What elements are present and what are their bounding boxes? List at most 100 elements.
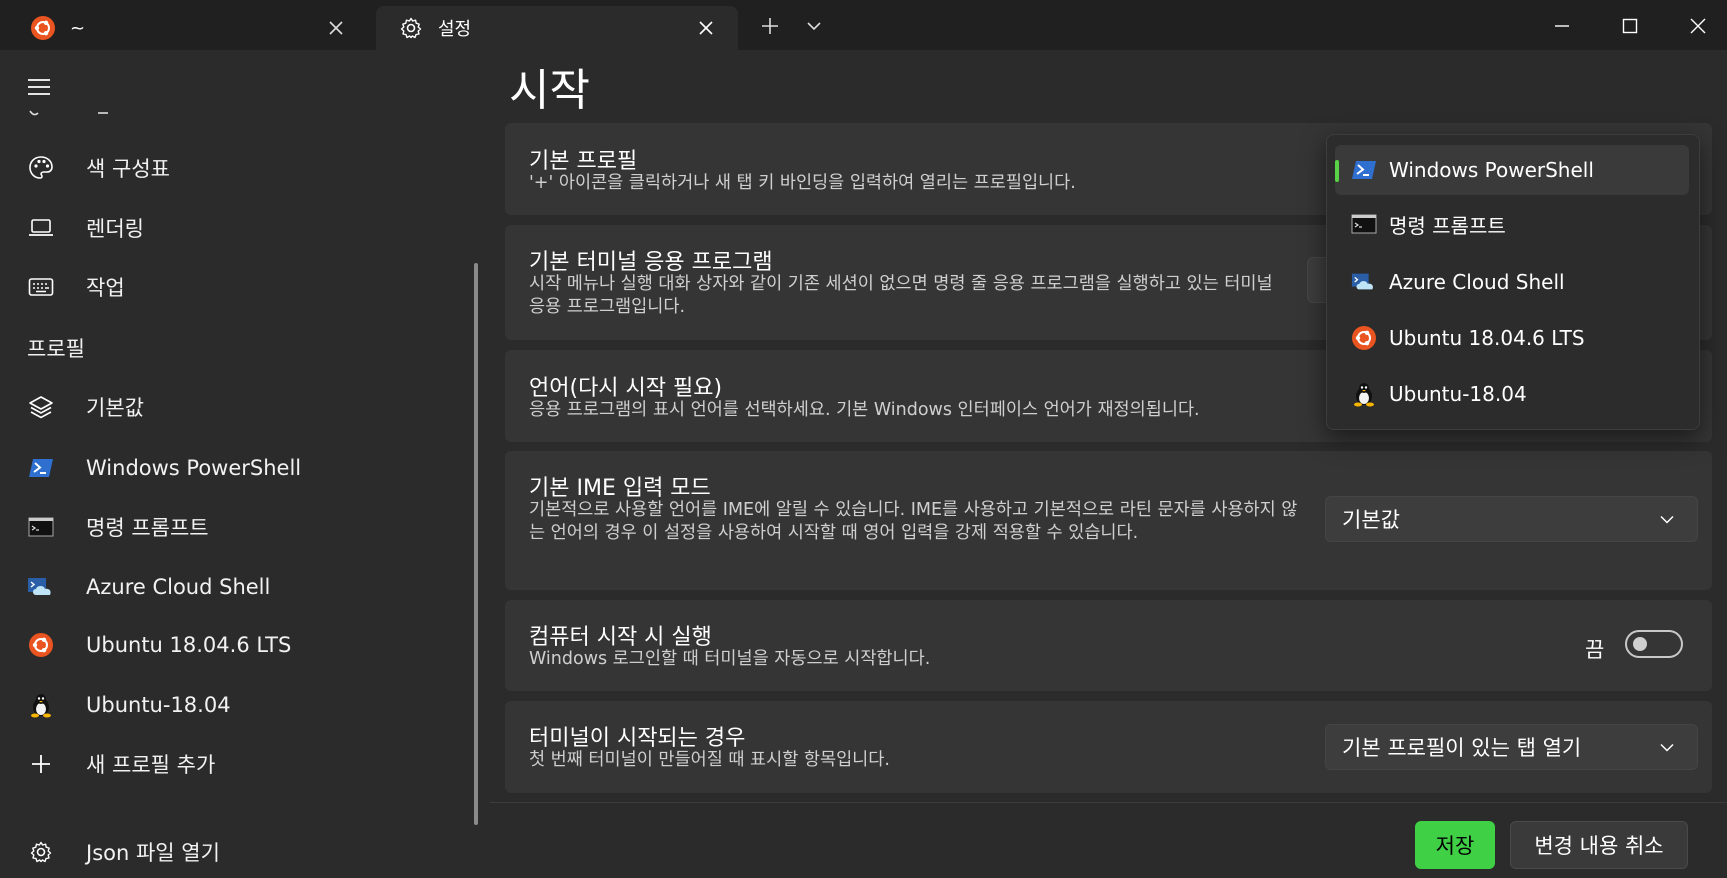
minimize-button[interactable] bbox=[1536, 6, 1588, 46]
setting-description: 시작 메뉴나 실행 대화 상자와 같이 기존 세션이 없으면 명령 줄 응용 프… bbox=[529, 274, 1273, 317]
dropdown-option-powershell[interactable]: Windows PowerShell bbox=[1335, 145, 1689, 195]
gear-icon bbox=[398, 15, 424, 41]
page-title: 시작 bbox=[509, 65, 590, 116]
powershell-icon bbox=[26, 453, 56, 483]
add-profile-button[interactable]: 새 프로필 추가 bbox=[16, 738, 466, 790]
linux-penguin-icon bbox=[26, 690, 56, 720]
dropdown-option-label: Ubuntu 18.04.6 LTS bbox=[1389, 326, 1585, 350]
sidebar-item-label: 새 프로필 추가 bbox=[86, 753, 216, 777]
new-tab-button[interactable] bbox=[752, 6, 788, 46]
window-close-button[interactable] bbox=[1672, 6, 1724, 46]
linux-penguin-icon bbox=[1351, 381, 1377, 407]
profiles-section-header: 프로필 bbox=[27, 337, 85, 361]
setting-title: 터미널이 시작되는 경우 bbox=[529, 726, 746, 751]
default-profile-dropdown: Windows PowerShell 명령 프롬프트 Azure Cloud S… bbox=[1326, 134, 1700, 430]
powershell-icon bbox=[1351, 157, 1377, 183]
setting-ime-mode: 기본 IME 입력 모드 기본적으로 사용할 언어를 IME에 알릴 수 있습니… bbox=[505, 451, 1712, 590]
setting-description: 첫 번째 터미널이 만들어질 때 표시할 항목입니다. bbox=[529, 750, 890, 770]
dropdown-option-command-prompt[interactable]: 명령 프롬프트 bbox=[1335, 199, 1689, 249]
sidebar-item-label: Ubuntu-18.04 bbox=[86, 693, 231, 717]
sidebar-item-ubuntu-1804[interactable]: Ubuntu-18.04 bbox=[16, 679, 466, 731]
cmd-icon bbox=[1351, 211, 1377, 237]
azure-icon bbox=[26, 572, 56, 602]
sidebar-scrollbar[interactable] bbox=[474, 263, 478, 825]
sidebar-item-powershell[interactable]: Windows PowerShell bbox=[16, 442, 466, 494]
tab-title: ~ bbox=[70, 17, 86, 39]
plus-icon bbox=[26, 749, 56, 779]
keyboard-icon bbox=[26, 272, 56, 302]
sidebar-item-rendering[interactable]: 렌더링 bbox=[16, 202, 466, 254]
palette-icon bbox=[26, 153, 56, 183]
setting-description: 기본적으로 사용할 언어를 IME에 알릴 수 있습니다. IME를 사용하고 … bbox=[529, 500, 1298, 543]
sidebar-item-label: 명령 프롬프트 bbox=[86, 516, 209, 540]
maximize-button[interactable] bbox=[1604, 6, 1656, 46]
sidebar-item-azure-cloud-shell[interactable]: Azure Cloud Shell bbox=[16, 561, 466, 613]
minimize-icon bbox=[1555, 25, 1569, 27]
combobox-value: 기본 프로필이 있는 탭 열기 bbox=[1342, 736, 1582, 760]
tab-dropdown-button[interactable] bbox=[796, 6, 832, 46]
launch-mode-combobox[interactable]: 기본 프로필이 있는 탭 열기 bbox=[1325, 724, 1698, 770]
title-bar: ~ 설정 bbox=[0, 0, 1727, 50]
dropdown-option-label: Ubuntu-18.04 bbox=[1389, 382, 1527, 406]
close-icon[interactable] bbox=[318, 10, 354, 46]
sidebar-item-label: 색 구성표 bbox=[86, 157, 170, 181]
hamburger-menu-button[interactable] bbox=[24, 72, 54, 102]
sidebar-item-label: 기본값 bbox=[86, 396, 144, 420]
sidebar-item-defaults[interactable]: 기본값 bbox=[16, 381, 466, 433]
cmd-icon bbox=[26, 512, 56, 542]
selection-indicator bbox=[1335, 160, 1339, 182]
gear-icon bbox=[26, 837, 56, 867]
setting-title: 컴퓨터 시작 시 실행 bbox=[529, 625, 712, 650]
close-icon bbox=[1690, 18, 1706, 34]
setting-launch-mode: 터미널이 시작되는 경우 첫 번째 터미널이 만들어질 때 표시할 항목입니다.… bbox=[505, 701, 1712, 793]
azure-icon bbox=[1351, 269, 1377, 295]
sidebar-item-command-prompt[interactable]: 명령 프롬프트 bbox=[16, 501, 466, 553]
dropdown-option-azure-cloud-shell[interactable]: Azure Cloud Shell bbox=[1335, 257, 1689, 307]
discard-changes-button[interactable]: 변경 내용 취소 bbox=[1510, 821, 1688, 869]
toggle-knob bbox=[1633, 637, 1647, 651]
setting-description: '+' 아이콘을 클릭하거나 새 탭 키 바인딩을 입력하여 열리는 프로필입니… bbox=[529, 173, 1076, 193]
dropdown-option-ubuntu-1804[interactable]: Ubuntu-18.04 bbox=[1335, 369, 1689, 419]
layers-icon bbox=[26, 392, 56, 422]
dropdown-option-ubuntu-lts[interactable]: Ubuntu 18.04.6 LTS bbox=[1335, 313, 1689, 363]
sidebar: 색 구성표 렌더링 작업 프로필 기본값 Windows PowerShell … bbox=[0, 50, 490, 873]
toggle-state-label: 끔 bbox=[1585, 638, 1605, 662]
sidebar-item-label: Ubuntu 18.04.6 LTS bbox=[86, 633, 292, 657]
scrolled-item-fragment bbox=[28, 106, 128, 118]
setting-title: 기본 프로필 bbox=[529, 149, 638, 174]
sidebar-item-label: 렌더링 bbox=[86, 217, 144, 241]
launch-on-startup-toggle[interactable] bbox=[1625, 630, 1683, 658]
dropdown-option-label: Windows PowerShell bbox=[1389, 158, 1594, 182]
tab-title: 설정 bbox=[438, 19, 472, 40]
sidebar-item-label: Json 파일 열기 bbox=[86, 841, 220, 865]
open-json-button[interactable]: Json 파일 열기 bbox=[16, 826, 466, 878]
sidebar-item-label: Windows PowerShell bbox=[86, 456, 302, 480]
setting-title: 언어(다시 시작 필요) bbox=[529, 376, 723, 401]
save-button[interactable]: 저장 bbox=[1415, 821, 1495, 869]
sidebar-item-actions[interactable]: 작업 bbox=[16, 261, 466, 313]
dropdown-option-label: Azure Cloud Shell bbox=[1389, 270, 1565, 294]
sidebar-item-color-schemes[interactable]: 색 구성표 bbox=[16, 142, 466, 194]
footer-divider bbox=[490, 802, 1727, 803]
sidebar-item-ubuntu-lts[interactable]: Ubuntu 18.04.6 LTS bbox=[16, 619, 466, 671]
chevron-down-icon bbox=[1655, 507, 1679, 531]
combobox-value: 기본값 bbox=[1342, 508, 1400, 532]
setting-description: Windows 로그인할 때 터미널을 자동으로 시작합니다. bbox=[529, 649, 931, 669]
sidebar-item-label: Azure Cloud Shell bbox=[86, 575, 271, 599]
setting-launch-on-startup: 컴퓨터 시작 시 실행 Windows 로그인할 때 터미널을 자동으로 시작합… bbox=[505, 600, 1712, 691]
close-icon[interactable] bbox=[688, 10, 724, 46]
chevron-down-icon bbox=[1655, 735, 1679, 759]
sidebar-item-label: 작업 bbox=[86, 276, 125, 300]
hamburger-icon bbox=[28, 79, 50, 95]
tab-home[interactable]: ~ bbox=[8, 6, 368, 50]
setting-description: 응용 프로그램의 표시 언어를 선택하세요. 기본 Windows 인터페이스 … bbox=[529, 400, 1200, 420]
ime-mode-combobox[interactable]: 기본값 bbox=[1325, 496, 1698, 542]
plus-icon bbox=[762, 18, 778, 34]
tab-settings[interactable]: 설정 bbox=[376, 6, 738, 50]
ubuntu-icon bbox=[30, 15, 56, 41]
ubuntu-icon bbox=[26, 630, 56, 660]
setting-title: 기본 IME 입력 모드 bbox=[529, 476, 711, 501]
dropdown-option-label: 명령 프롬프트 bbox=[1389, 213, 1506, 238]
ubuntu-icon bbox=[1351, 325, 1377, 351]
chevron-down-icon bbox=[807, 22, 821, 31]
